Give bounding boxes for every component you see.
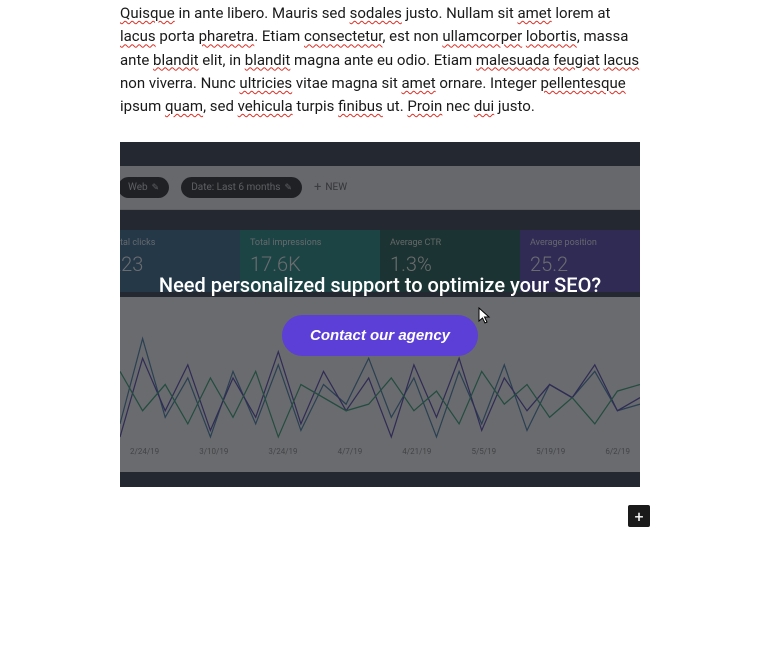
cover-headline[interactable]: Need personalized support to optimize yo… — [159, 273, 601, 297]
cover-overlay: Need personalized support to optimize yo… — [120, 142, 640, 487]
paragraph-block[interactable]: Quisque in ante libero. Mauris sed sodal… — [120, 2, 640, 118]
cta-button[interactable]: Contact our agency — [282, 315, 478, 356]
add-block-button[interactable]: + — [628, 505, 650, 527]
plus-icon: + — [634, 507, 643, 526]
cover-block[interactable]: Web ✎ Date: Last 6 months ✎ + NEW Total … — [120, 142, 640, 487]
